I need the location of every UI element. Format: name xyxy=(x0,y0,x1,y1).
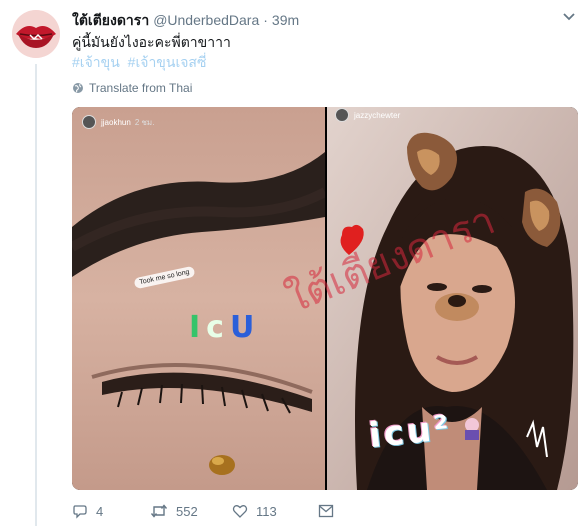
sticker-letter-i: I xyxy=(189,310,207,345)
story-username: jjaokhun xyxy=(101,117,131,127)
separator-dot: · xyxy=(263,12,268,28)
thread-line xyxy=(35,64,37,526)
caret-down-icon[interactable] xyxy=(562,12,576,22)
reply-icon xyxy=(73,505,87,519)
display-name[interactable]: ใต้เตียงดารา xyxy=(72,10,149,32)
tweet-text: คู่นี้มันยังไงอะคะพี่ตาขาาา xyxy=(72,34,231,50)
like-button[interactable]: 113 xyxy=(232,503,318,519)
sticker-letter-c: c xyxy=(206,310,230,345)
tweet-media[interactable]: jjaokhun 2 ชม. Took me so long IcU jazzy… xyxy=(72,107,578,490)
translate-link[interactable]: Translate from Thai xyxy=(72,80,192,96)
retweet-button[interactable]: 552 xyxy=(150,503,232,519)
story-avatar xyxy=(335,108,349,122)
like-count: 113 xyxy=(256,503,277,519)
direct-message-button[interactable] xyxy=(318,504,342,518)
avatar[interactable] xyxy=(12,10,60,58)
icu-sticker-left: IcU xyxy=(189,310,260,345)
tweet-time[interactable]: 39m xyxy=(272,12,299,28)
story-username: jazzychewter xyxy=(354,110,401,120)
reply-count: 4 xyxy=(96,503,104,519)
story-time: 2 ชม. xyxy=(134,117,155,127)
eye-closeup-image xyxy=(72,107,325,490)
selfie-dog-filter-image xyxy=(327,107,578,490)
avatar-lips-image xyxy=(12,10,60,58)
tweet: ใต้เตียงดารา @UnderbedDara · 39m คู่นี้ม… xyxy=(0,0,588,526)
media-image-right[interactable]: jazzychewter icu² xyxy=(327,107,578,490)
tweet-header: ใต้เตียงดารา @UnderbedDara · 39m xyxy=(72,10,299,30)
user-handle[interactable]: @UnderbedDara xyxy=(153,12,259,28)
media-image-left[interactable]: jjaokhun 2 ชม. Took me so long IcU xyxy=(72,107,325,490)
story-user-left: jjaokhun 2 ชม. xyxy=(82,115,154,129)
hashtag-link[interactable]: #เจ้าขุนเจสซี่ xyxy=(128,54,207,70)
sticker-letter-u: U xyxy=(229,310,261,345)
globe-icon xyxy=(73,83,83,93)
retweet-icon xyxy=(150,504,168,518)
tweet-actions: 4 552 113 xyxy=(72,500,342,522)
heart-icon xyxy=(232,505,248,518)
translate-label: Translate from Thai xyxy=(89,81,193,95)
retweet-count: 552 xyxy=(176,503,198,519)
hashtag-link[interactable]: #เจ้าขุน xyxy=(72,54,120,70)
hashtag-list: #เจ้าขุน #เจ้าขุนเจสซี่ xyxy=(72,52,210,72)
message-icon xyxy=(318,504,334,518)
story-avatar xyxy=(82,115,96,129)
reply-button[interactable]: 4 xyxy=(72,503,150,519)
story-user-right: jazzychewter xyxy=(335,108,400,122)
